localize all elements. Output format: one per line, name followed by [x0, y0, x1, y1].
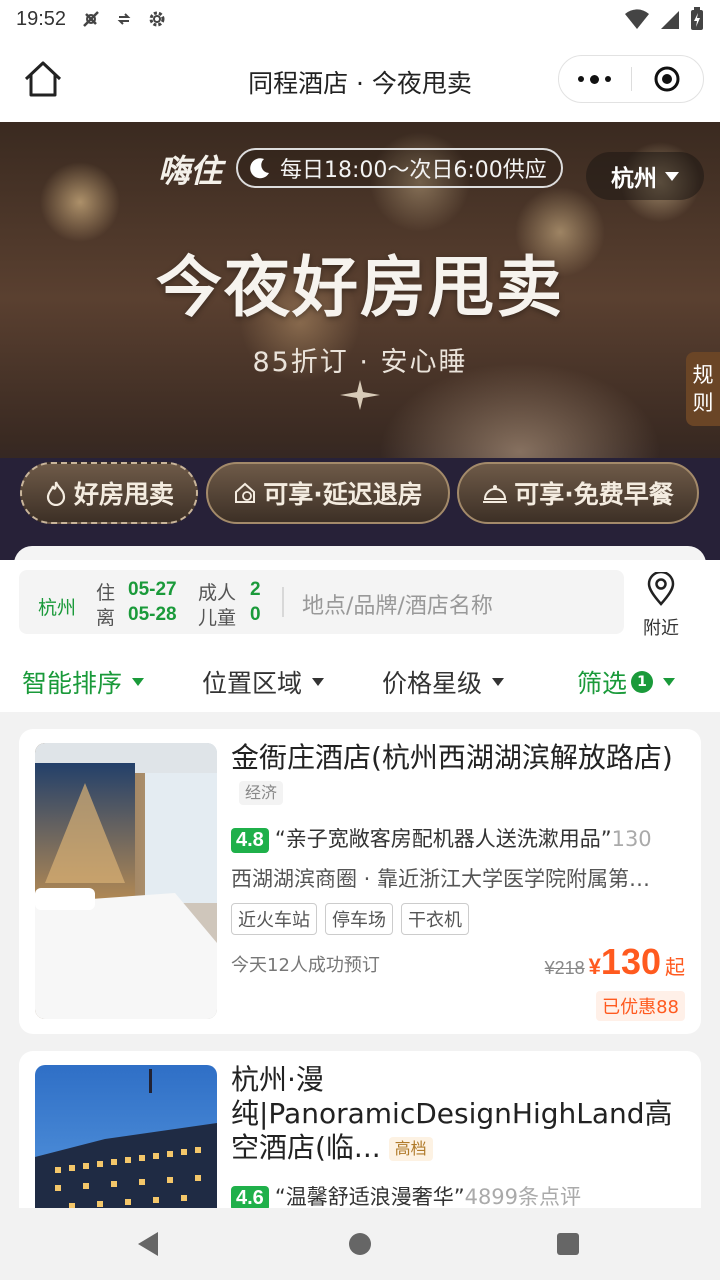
hotel-card[interactable]: 金衙庄酒店(杭州西湖湖滨解放路店) 经济 4.8 “亲子宽敞客房配机器人送洗漱用品”… — [19, 729, 701, 1034]
hotel-quote: “温馨舒适浪漫奢华” — [274, 1185, 465, 1209]
filter-sort[interactable]: 智能排序 — [22, 664, 145, 700]
filter-more-label: 筛选 — [577, 669, 628, 698]
rules-button[interactable]: 规 则 — [686, 352, 720, 426]
hotel-tag: 干衣机 — [401, 903, 469, 935]
children-label: 儿童 — [198, 607, 237, 629]
moon-icon — [250, 158, 269, 179]
data-sync-icon — [117, 13, 131, 25]
nearby-button[interactable]: 附近 — [636, 570, 686, 640]
checkin-label: 住 — [96, 582, 116, 604]
hotel-name: 金衙庄酒店(杭州西湖湖滨解放路店) 经济 — [231, 741, 681, 809]
filter-location-label: 位置区域 — [202, 669, 303, 698]
discount-badge: 已优惠88 — [596, 991, 685, 1021]
price-currency: ¥ — [588, 954, 601, 979]
dish-cover-icon — [483, 485, 508, 503]
hotel-photo — [35, 1065, 217, 1225]
hotel-review-count: 130 — [611, 827, 652, 851]
checkout-date[interactable]: 05-28 — [128, 604, 177, 626]
cell-signal-icon — [661, 11, 679, 29]
hotel-name: 杭州·漫纯|PanoramicDesignHighLand高空酒店(临... 高档 — [231, 1063, 681, 1165]
hotel-level-badge: 高档 — [388, 1137, 433, 1161]
original-price: ¥218 — [544, 958, 585, 978]
pill-late-checkout-label: 可享·延迟退房 — [263, 480, 423, 509]
checkout-label: 离 — [96, 607, 116, 629]
hotel-tag: 近火车站 — [231, 903, 317, 935]
nearby-label: 附近 — [643, 618, 679, 639]
pill-hot-deals-label: 好房甩卖 — [73, 480, 174, 509]
search-city[interactable]: 杭州 — [38, 593, 76, 620]
price-suffix: 起 — [665, 955, 685, 979]
back-icon[interactable] — [138, 1232, 158, 1256]
search-divider — [282, 587, 284, 617]
hotel-rating-row: 4.8 “亲子宽敞客房配机器人送洗漱用品”130 — [231, 823, 683, 853]
home-circle-icon[interactable] — [349, 1233, 371, 1255]
hotel-rating-row: 4.6 “温馨舒适浪漫奢华”4899条点评 — [231, 1181, 683, 1211]
brand-logo: 嗨住 — [158, 152, 223, 190]
hotel-location: 西湖湖滨商圈 · 靠近浙江大学医学院附属第… — [231, 867, 651, 891]
hotel-card[interactable]: 杭州·漫纯|PanoramicDesignHighLand高空酒店(临... 高档… — [19, 1051, 701, 1225]
hotel-review-count: 4899条点评 — [464, 1185, 582, 1209]
house-clock-icon — [235, 482, 256, 503]
flame-icon — [46, 481, 66, 506]
checkin-date[interactable]: 05-27 — [128, 579, 177, 601]
current-price: ¥130 — [589, 941, 661, 983]
target-close-icon[interactable] — [632, 65, 704, 93]
sparkle-icon — [340, 380, 380, 410]
banner-subheadline: 85折订 · 安心睡 — [252, 347, 468, 378]
mini-program-capsule — [558, 55, 704, 103]
filter-price-star[interactable]: 价格星级 — [382, 664, 505, 700]
caret-down-icon — [312, 678, 325, 686]
system-nav-bar — [0, 1208, 720, 1280]
adults-count[interactable]: 2 — [250, 579, 261, 601]
hotel-quote: “亲子宽敞客房配机器人送洗漱用品” — [274, 827, 612, 851]
search-input[interactable]: 地点/品牌/酒店名称 — [302, 588, 493, 620]
hotel-name-text: 杭州·漫纯|PanoramicDesignHighLand高空酒店(临... — [231, 1063, 673, 1164]
rules-char-1: 规 — [692, 363, 714, 387]
settings-gear-icon — [149, 11, 165, 27]
city-selector[interactable]: 杭州 — [586, 152, 704, 200]
pill-hot-deals[interactable]: 好房甩卖 — [20, 462, 198, 524]
search-panel: 杭州 住 05-27 离 05-28 成人 2 儿童 0 地点/品牌/酒店名称 … — [0, 560, 720, 650]
children-count[interactable]: 0 — [250, 604, 261, 626]
caret-down-icon — [663, 678, 676, 686]
location-pin-icon — [647, 570, 675, 606]
service-hours: 每日18:00～次日6:00供应 — [236, 148, 563, 188]
caret-down-icon — [665, 171, 679, 181]
hotel-name-text: 金衙庄酒店(杭州西湖湖滨解放路店) — [231, 741, 673, 774]
filter-more[interactable]: 筛选 1 — [577, 664, 676, 700]
rules-char-2: 则 — [692, 391, 714, 415]
filter-location[interactable]: 位置区域 — [202, 664, 325, 700]
filter-bar: 智能排序 位置区域 价格星级 筛选 1 — [0, 650, 720, 712]
wifi-icon — [625, 9, 649, 29]
pill-free-breakfast-label: 可享·免费早餐 — [514, 480, 674, 509]
adults-label: 成人 — [198, 582, 237, 604]
service-hours-text: 每日18:00～次日6:00供应 — [280, 158, 547, 183]
caret-down-icon — [132, 678, 145, 686]
pill-late-checkout[interactable]: 可享·延迟退房 — [206, 462, 450, 524]
filter-price-star-label: 价格星级 — [382, 669, 483, 698]
city-selector-label: 杭州 — [611, 166, 657, 192]
pill-free-breakfast[interactable]: 可享·免费早餐 — [457, 462, 699, 524]
nav-bar: 同程酒店 · 今夜甩卖 — [0, 38, 720, 122]
hotel-booked-count: 今天12人成功预订 — [231, 955, 380, 976]
filter-sort-label: 智能排序 — [22, 669, 123, 698]
battery-charging-icon — [691, 7, 703, 30]
signal-blocked-icon — [83, 11, 99, 27]
recent-apps-icon[interactable] — [557, 1233, 579, 1255]
filter-count-badge: 1 — [631, 671, 654, 693]
status-bar: 19:52 — [0, 0, 720, 38]
more-dots-icon[interactable] — [559, 74, 631, 84]
hotel-tags: 近火车站 停车场 干衣机 — [231, 903, 469, 935]
hotel-score: 4.8 — [231, 828, 269, 853]
hotel-price: ¥218 ¥130 起 — [545, 941, 685, 983]
status-time: 19:52 — [16, 7, 67, 30]
hotel-photo — [35, 743, 217, 1019]
hotel-tag: 停车场 — [325, 903, 393, 935]
hotel-level-badge: 经济 — [239, 781, 284, 805]
price-value: 130 — [600, 941, 661, 982]
caret-down-icon — [492, 678, 505, 686]
promo-banner: 嗨住 每日18:00～次日6:00供应 杭州 今夜好房甩卖 85折订 · 安心睡… — [0, 122, 720, 562]
banner-headline: 今夜好房甩卖 — [156, 249, 564, 326]
